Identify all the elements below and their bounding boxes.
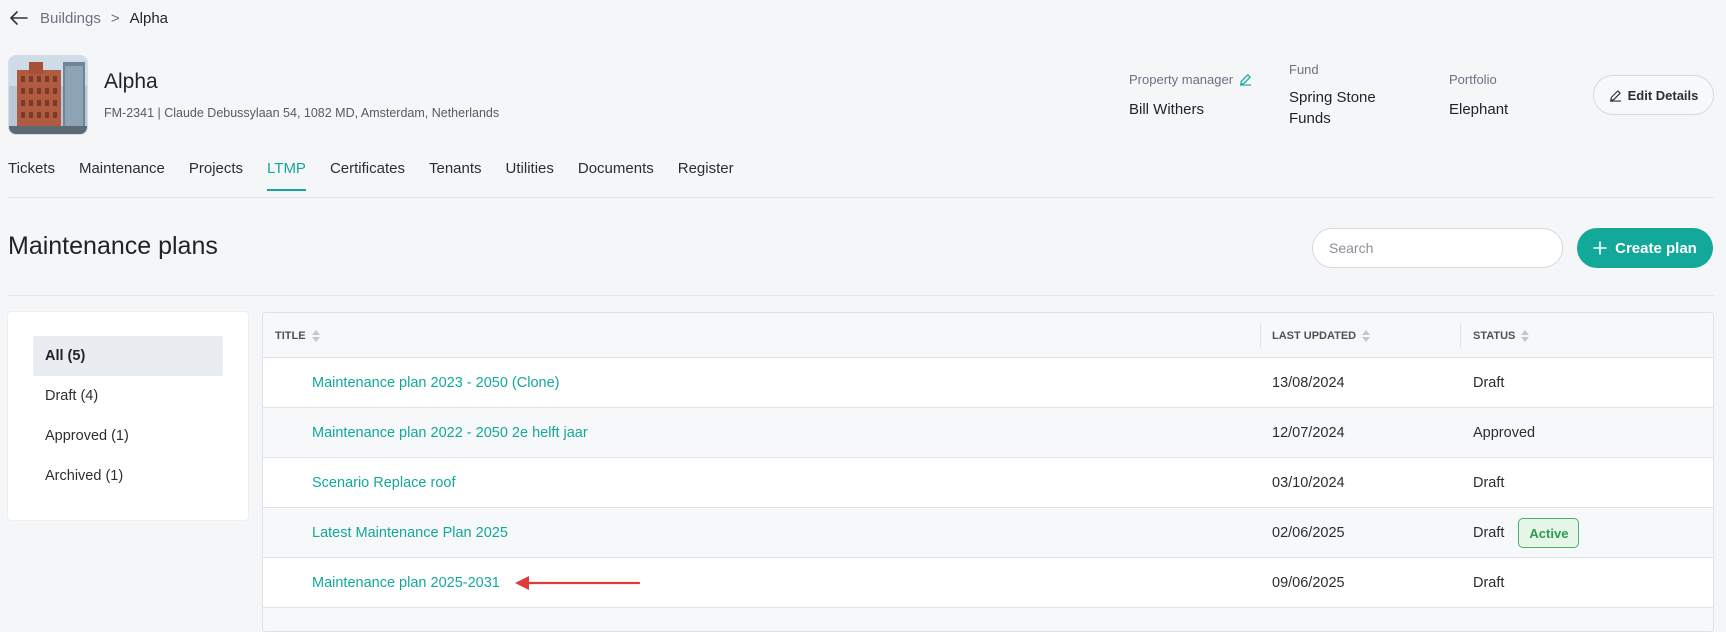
building-thumbnail [8, 55, 88, 135]
plus-icon [1593, 241, 1607, 255]
last-updated-cell: 13/08/2024 [1272, 375, 1345, 391]
edit-details-button[interactable]: Edit Details [1593, 75, 1714, 115]
filter-archived[interactable]: Archived (1) [33, 456, 223, 496]
last-updated-cell: 03/10/2024 [1272, 475, 1345, 491]
column-title-label: TITLE [275, 329, 306, 342]
filter-all[interactable]: All (5) [33, 336, 223, 376]
tab-documents[interactable]: Documents [578, 160, 654, 191]
table-header: TITLE LAST UPDATED STATUS [263, 313, 1713, 358]
tab-register[interactable]: Register [678, 160, 734, 191]
active-badge: Active [1518, 518, 1580, 548]
sort-icon[interactable] [1362, 329, 1371, 342]
plan-title-link[interactable]: Latest Maintenance Plan 2025 [312, 508, 508, 558]
section-divider [8, 295, 1714, 296]
fund-label: Fund [1289, 62, 1319, 77]
plan-title-link[interactable]: Maintenance plan 2025-2031 [312, 558, 500, 608]
breadcrumb: Buildings > Alpha [8, 8, 168, 28]
status-text: Draft [1473, 475, 1505, 491]
status-text: Draft [1473, 525, 1505, 541]
fund-value: Spring Stone Funds [1289, 89, 1376, 127]
status-text: Draft [1473, 375, 1505, 391]
column-header-last-updated[interactable]: LAST UPDATED [1272, 313, 1371, 358]
column-divider [1260, 323, 1261, 347]
back-arrow-icon[interactable] [8, 8, 30, 28]
portfolio-label: Portfolio [1449, 72, 1497, 87]
pencil-icon[interactable] [1239, 73, 1252, 86]
tab-divider [8, 197, 1714, 198]
red-arrow-icon [515, 576, 641, 590]
search-input[interactable] [1312, 228, 1563, 268]
status-cell: Draft [1473, 558, 1504, 608]
portfolio-value: Elephant [1449, 101, 1509, 118]
breadcrumb-current: Alpha [129, 9, 169, 27]
table-row[interactable] [263, 608, 1713, 631]
status-cell: Draft [1473, 458, 1504, 508]
breadcrumb-parent-link[interactable]: Buildings [40, 10, 101, 27]
property-manager-value: Bill Withers [1129, 101, 1205, 118]
tab-bar: Tickets Maintenance Projects LTMP Certif… [8, 160, 758, 191]
sort-icon[interactable] [311, 329, 320, 342]
edit-details-label: Edit Details [1627, 87, 1699, 103]
building-name: Alpha [104, 70, 158, 93]
table-row[interactable]: Maintenance plan 2022 - 2050 2e helft ja… [263, 408, 1713, 458]
column-header-title[interactable]: TITLE [275, 313, 320, 358]
tab-tenants[interactable]: Tenants [429, 160, 482, 191]
filter-approved[interactable]: Approved (1) [33, 416, 223, 456]
column-header-status[interactable]: STATUS [1473, 313, 1530, 358]
plans-table: TITLE LAST UPDATED STATUS Maintenance pl… [262, 312, 1714, 632]
column-last-updated-label: LAST UPDATED [1272, 329, 1357, 342]
plan-title-link[interactable]: Maintenance plan 2022 - 2050 2e helft ja… [312, 408, 588, 458]
tab-certificates[interactable]: Certificates [330, 160, 405, 191]
table-row[interactable]: Maintenance plan 2025-2031 09/06/2025 Dr… [263, 558, 1713, 608]
tab-projects[interactable]: Projects [189, 160, 243, 191]
tab-tickets[interactable]: Tickets [8, 160, 55, 191]
create-plan-label: Create plan [1615, 239, 1697, 257]
status-cell: Draft [1473, 358, 1504, 408]
last-updated-cell: 12/07/2024 [1272, 425, 1345, 441]
last-updated-cell: 02/06/2025 [1272, 525, 1345, 541]
column-divider [1460, 323, 1461, 347]
page-title: Maintenance plans [8, 232, 218, 260]
table-row[interactable]: Latest Maintenance Plan 2025 02/06/2025 … [263, 508, 1713, 558]
plan-title-link[interactable]: Maintenance plan 2023 - 2050 (Clone) [312, 358, 559, 408]
status-filter-panel: All (5) Draft (4) Approved (1) Archived … [8, 312, 248, 520]
filter-draft[interactable]: Draft (4) [33, 376, 223, 416]
property-manager-label: Property manager [1129, 72, 1252, 87]
table-row[interactable]: Scenario Replace roof 03/10/2024 Draft [263, 458, 1713, 508]
column-status-label: STATUS [1473, 329, 1516, 342]
property-manager-label-text: Property manager [1129, 72, 1234, 87]
status-text: Draft [1473, 575, 1505, 591]
status-text: Approved [1473, 425, 1536, 441]
plan-title-link[interactable]: Scenario Replace roof [312, 458, 455, 508]
table-row[interactable]: Maintenance plan 2023 - 2050 (Clone) 13/… [263, 358, 1713, 408]
tab-ltmp[interactable]: LTMP [267, 160, 306, 191]
create-plan-button[interactable]: Create plan [1577, 228, 1713, 268]
tab-utilities[interactable]: Utilities [506, 160, 554, 191]
pencil-icon [1609, 89, 1622, 102]
sort-icon[interactable] [1521, 329, 1530, 342]
last-updated-cell: 09/06/2025 [1272, 575, 1345, 591]
status-cell: Draft Active [1473, 508, 1580, 558]
status-cell: Approved [1473, 408, 1535, 458]
breadcrumb-separator: > [110, 9, 120, 27]
tab-maintenance[interactable]: Maintenance [79, 160, 165, 191]
building-address: FM-2341 | Claude Debussylaan 54, 1082 MD… [104, 106, 500, 120]
